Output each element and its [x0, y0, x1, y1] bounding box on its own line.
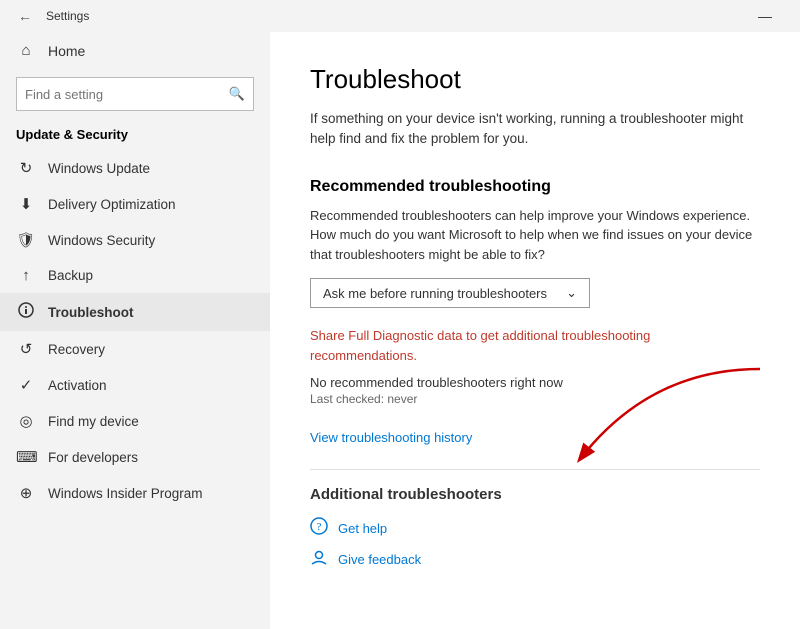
minimize-button[interactable]: —: [742, 0, 788, 32]
page-description: If something on your device isn't workin…: [310, 109, 760, 150]
sidebar-item-activation[interactable]: ✓ Activation: [0, 367, 270, 403]
titlebar-controls: —: [742, 0, 788, 32]
titlebar-left: ← Settings: [12, 4, 89, 28]
feedback-label: Give feedback: [338, 552, 421, 567]
sidebar-item-label: Troubleshoot: [48, 305, 134, 320]
sidebar-item-for-developers[interactable]: ⌨ For developers: [0, 439, 270, 475]
troubleshooter-dropdown[interactable]: Ask me before running troubleshooters ⌄: [310, 278, 590, 308]
feedback-icon: [310, 548, 328, 571]
sidebar-item-label: Find my device: [48, 414, 139, 429]
view-history-link[interactable]: View troubleshooting history: [310, 430, 760, 445]
sidebar-item-find-my-device[interactable]: ◎ Find my device: [0, 403, 270, 439]
page-title: Troubleshoot: [310, 64, 760, 95]
backup-icon: ↑: [16, 267, 36, 284]
last-checked-text: Last checked: never: [310, 392, 760, 406]
main-content: Troubleshoot If something on your device…: [270, 32, 800, 629]
home-icon: ⌂: [16, 42, 36, 59]
find-my-device-icon: ◎: [16, 412, 36, 430]
sidebar-item-label: Windows Update: [48, 161, 150, 176]
titlebar-title: Settings: [46, 9, 89, 23]
sidebar-item-troubleshoot[interactable]: Troubleshoot: [0, 293, 270, 331]
windows-insider-icon: ⊕: [16, 484, 36, 502]
get-help-label: Get help: [338, 521, 387, 536]
additional-troubleshooters-title: Additional troubleshooters: [310, 486, 760, 503]
svg-text:?: ?: [317, 521, 322, 533]
activation-icon: ✓: [16, 376, 36, 394]
sidebar-item-delivery-optimization[interactable]: ⬇ Delivery Optimization: [0, 186, 270, 222]
sidebar-item-label: Recovery: [48, 342, 105, 357]
for-developers-icon: ⌨: [16, 448, 36, 466]
no-troubleshooters-text: No recommended troubleshooters right now: [310, 375, 760, 390]
section-divider: [310, 469, 760, 470]
sidebar-item-windows-security[interactable]: 🛡 Windows Security: [0, 222, 270, 258]
search-input[interactable]: [25, 87, 229, 102]
chevron-down-icon: ⌄: [566, 285, 577, 301]
sidebar-item-label: Activation: [48, 378, 107, 393]
sidebar-item-windows-update[interactable]: ↻ Windows Update: [0, 150, 270, 186]
search-icon: 🔍: [229, 86, 245, 102]
delivery-optimization-icon: ⬇: [16, 195, 36, 213]
sidebar-home-label: Home: [48, 43, 85, 59]
troubleshoot-icon: [16, 302, 36, 322]
sidebar-search-box[interactable]: 🔍: [16, 77, 254, 111]
sidebar-item-label: Delivery Optimization: [48, 197, 176, 212]
windows-update-icon: ↻: [16, 159, 36, 177]
titlebar: ← Settings —: [0, 0, 800, 32]
windows-security-icon: 🛡: [16, 231, 36, 249]
sidebar-item-label: Windows Insider Program: [48, 486, 203, 501]
diagnostic-link[interactable]: Share Full Diagnostic data to get additi…: [310, 328, 650, 363]
diagnostic-link-container: Share Full Diagnostic data to get additi…: [310, 326, 760, 365]
dropdown-label: Ask me before running troubleshooters: [323, 286, 547, 301]
get-help-icon: ?: [310, 517, 328, 540]
give-feedback-item[interactable]: Give feedback: [310, 548, 760, 571]
back-button[interactable]: ←: [12, 4, 38, 28]
sidebar-section-title: Update & Security: [0, 123, 270, 150]
sidebar-item-home[interactable]: ⌂ Home: [0, 32, 270, 69]
recommended-section-title: Recommended troubleshooting: [310, 178, 760, 196]
sidebar-item-backup[interactable]: ↑ Backup: [0, 258, 270, 293]
sidebar-item-label: For developers: [48, 450, 138, 465]
get-help-item[interactable]: ? Get help: [310, 517, 760, 540]
sidebar-item-label: Backup: [48, 268, 93, 283]
sidebar-item-label: Windows Security: [48, 233, 155, 248]
recovery-icon: ↺: [16, 340, 36, 358]
recommended-description: Recommended troubleshooters can help imp…: [310, 206, 760, 265]
sidebar-item-windows-insider[interactable]: ⊕ Windows Insider Program: [0, 475, 270, 511]
sidebar: ⌂ Home 🔍 Update & Security ↻ Windows Upd…: [0, 32, 270, 629]
additional-section: Additional troubleshooters: [310, 469, 760, 503]
app-body: ⌂ Home 🔍 Update & Security ↻ Windows Upd…: [0, 32, 800, 629]
sidebar-item-recovery[interactable]: ↺ Recovery: [0, 331, 270, 367]
